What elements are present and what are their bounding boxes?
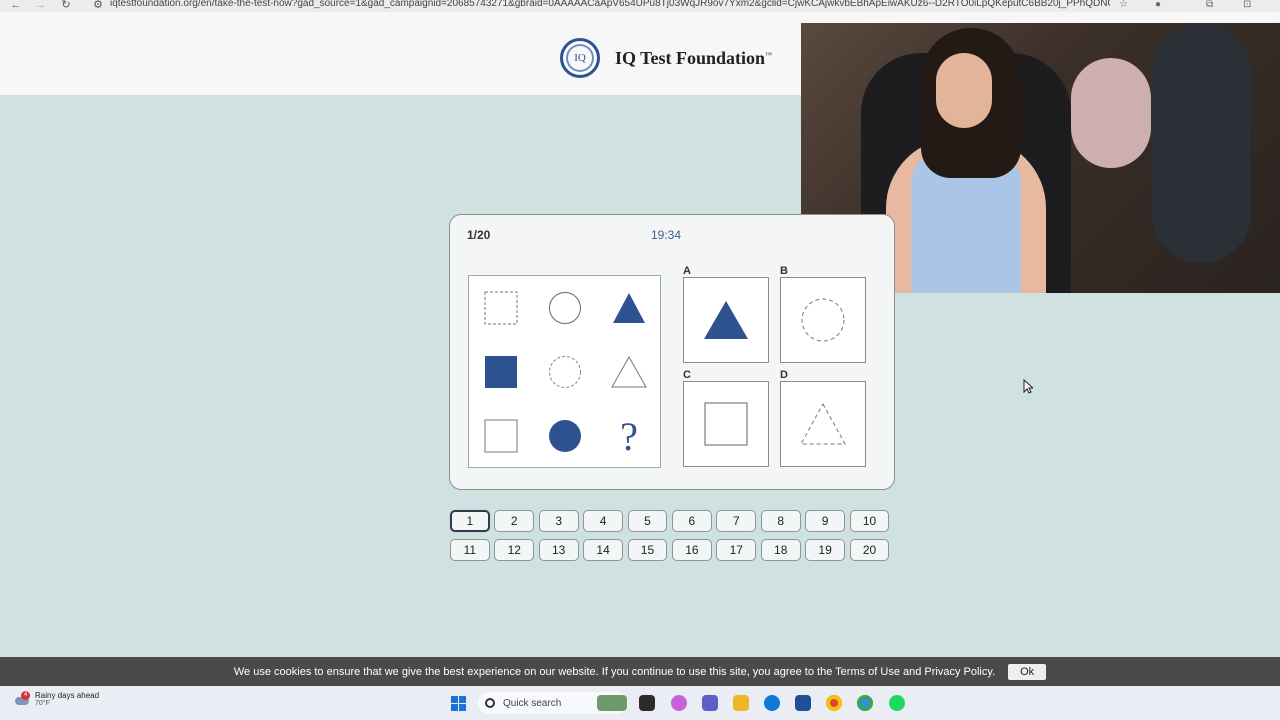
search-placeholder: Quick search xyxy=(503,697,562,709)
page-button-1[interactable]: 1 xyxy=(450,510,490,532)
question-mark-icon: ? xyxy=(620,413,638,459)
page-button-20[interactable]: 20 xyxy=(849,539,890,561)
missing-piece: ? xyxy=(597,404,661,468)
option-c-letter: C xyxy=(683,369,691,381)
outline-circle-shape xyxy=(533,276,597,340)
page-button-19[interactable]: 19 xyxy=(805,539,845,561)
page-button-8[interactable]: 8 xyxy=(760,510,801,532)
store-icon[interactable] xyxy=(795,695,811,711)
back-icon[interactable]: ← xyxy=(8,0,24,12)
option-c[interactable] xyxy=(683,381,769,467)
page-button-4[interactable]: 4 xyxy=(583,510,623,532)
question-header: 1/20 19:34 xyxy=(450,215,894,253)
question-progress: 1/20 xyxy=(467,228,491,242)
windows-taskbar: 4 Rainy days ahead 70°F Quick search xyxy=(0,686,1280,720)
option-a-letter: A xyxy=(683,265,691,277)
option-b-letter: B xyxy=(780,265,788,277)
cookie-message: We use cookies to ensure that we give th… xyxy=(233,665,996,678)
filled-circle-shape xyxy=(533,404,597,468)
option-d[interactable] xyxy=(780,381,866,467)
countdown-timer: 19:34 xyxy=(651,228,682,242)
page-button-3[interactable]: 3 xyxy=(538,510,579,532)
page-button-16[interactable]: 16 xyxy=(672,539,712,561)
outline-triangle-shape xyxy=(597,340,661,404)
page-button-6[interactable]: 6 xyxy=(672,510,712,532)
page-button-5[interactable]: 5 xyxy=(627,510,668,532)
page-button-11[interactable]: 11 xyxy=(450,539,490,561)
cookie-banner: We use cookies to ensure that we give th… xyxy=(0,657,1280,686)
filled-triangle-shape xyxy=(597,276,661,340)
rain-cloud-icon: 4 xyxy=(15,691,30,708)
option-d-letter: D xyxy=(780,369,788,381)
windows-start-icon[interactable] xyxy=(451,696,466,711)
reload-icon[interactable]: ↻ xyxy=(58,0,74,12)
chrome-icon[interactable] xyxy=(826,695,842,711)
option-b[interactable] xyxy=(780,277,866,363)
page-button-14[interactable]: 14 xyxy=(583,539,623,561)
page-button-10[interactable]: 10 xyxy=(849,510,890,532)
filled-square-shape xyxy=(469,340,533,404)
search-icon xyxy=(485,698,495,708)
cookie-ok-button[interactable]: Ok xyxy=(1008,663,1047,680)
page-button-18[interactable]: 18 xyxy=(760,539,801,561)
profile-icon[interactable]: ⊡ xyxy=(1243,0,1251,10)
search-highlight-icon[interactable] xyxy=(597,695,627,711)
edge-browser-icon[interactable] xyxy=(764,695,780,711)
spotify-icon[interactable] xyxy=(889,695,905,711)
dashed-square-shape xyxy=(469,276,533,340)
teams-icon[interactable] xyxy=(702,695,718,711)
site-logo[interactable]: IQ IQ Test Foundation™ xyxy=(560,38,772,78)
outline-square-icon xyxy=(704,402,748,446)
weather-widget[interactable]: 4 Rainy days ahead 70°F xyxy=(15,691,99,708)
chrome-profile-icon[interactable] xyxy=(857,695,873,711)
extensions-puzzle-icon[interactable]: ⧉ xyxy=(1206,0,1213,10)
dashed-circle-icon xyxy=(801,298,845,342)
weather-title: Rainy days ahead xyxy=(35,691,100,700)
site-name-text: IQ Test Foundation xyxy=(615,47,766,68)
page-button-13[interactable]: 13 xyxy=(538,539,579,561)
copilot-icon[interactable] xyxy=(671,695,687,711)
file-explorer-icon[interactable] xyxy=(733,695,749,711)
dashed-triangle-icon xyxy=(800,403,846,445)
site-info-icon[interactable]: ⚙ xyxy=(90,0,106,12)
outline-square-shape xyxy=(469,404,533,468)
notification-badge: 4 xyxy=(21,691,30,700)
page-button-12[interactable]: 12 xyxy=(494,539,535,561)
pagination-row-2: 11 12 13 14 15 16 17 18 19 20 xyxy=(450,539,894,561)
forward-icon[interactable]: → xyxy=(32,0,48,12)
page-button-17[interactable]: 17 xyxy=(716,539,757,561)
trademark-sign: ™ xyxy=(765,50,772,59)
question-card: 1/20 19:34 ? A B C D xyxy=(449,214,895,490)
puzzle-matrix: ? xyxy=(468,275,661,468)
page-button-2[interactable]: 2 xyxy=(494,510,535,532)
cam-background-plush xyxy=(1071,58,1151,168)
extension-icon[interactable]: ● xyxy=(1155,0,1161,10)
cam-microphone xyxy=(1151,23,1251,263)
mouse-cursor-icon xyxy=(1023,379,1033,394)
logo-emblem-icon: IQ xyxy=(560,38,600,78)
cam-person-face xyxy=(936,53,992,128)
question-pagination: 1 2 3 4 5 6 7 8 9 10 11 12 13 14 15 16 1… xyxy=(450,510,894,568)
filled-triangle-icon xyxy=(704,301,748,339)
bookmark-star-icon[interactable]: ☆ xyxy=(1119,0,1128,10)
dashed-circle-shape xyxy=(533,340,597,404)
site-name: IQ Test Foundation™ xyxy=(615,48,772,69)
browser-toolbar: ← → ↻ ⚙ iqtestfoundation.org/en/take-the… xyxy=(0,0,1280,12)
option-a[interactable] xyxy=(683,277,769,363)
task-view-icon[interactable] xyxy=(639,695,655,711)
page-button-9[interactable]: 9 xyxy=(805,510,845,532)
page-button-15[interactable]: 15 xyxy=(627,539,668,561)
address-bar[interactable]: iqtestfoundation.org/en/take-the-test-no… xyxy=(110,0,1110,9)
pagination-row-1: 1 2 3 4 5 6 7 8 9 10 xyxy=(450,510,894,532)
page-button-7[interactable]: 7 xyxy=(716,510,757,532)
weather-temperature: 70°F xyxy=(35,700,50,707)
